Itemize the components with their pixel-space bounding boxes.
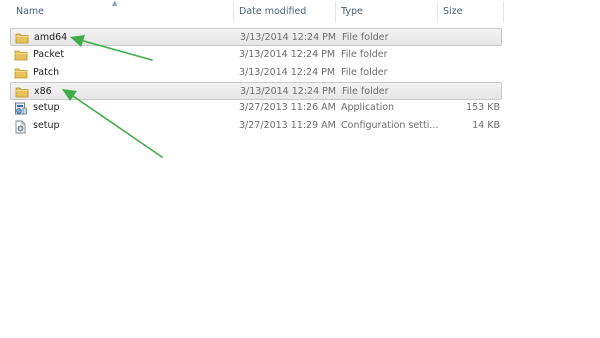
file-name: setup (33, 120, 60, 131)
file-explorer-window: ▲ Name Date modified Type Size amd64 3/1… (0, 0, 600, 338)
folder-icon (14, 67, 28, 79)
file-size (441, 29, 501, 47)
file-type: Application (341, 102, 395, 113)
file-row-patch[interactable]: Patch 3/13/2014 12:24 PM File folder (10, 64, 502, 82)
file-date: 3/27/2013 11:26 AM (239, 102, 336, 113)
column-header-date-modified[interactable]: Date modified (233, 0, 335, 22)
file-size: 153 KB (466, 102, 500, 113)
file-row-x86[interactable]: x86 3/13/2014 12:24 PM File folder (10, 82, 502, 100)
file-date: 3/27/2013 11:29 AM (239, 120, 336, 131)
file-row-setup-config[interactable]: setup 3/27/2013 11:29 AM Configuration s… (10, 117, 502, 135)
config-file-icon (14, 120, 28, 134)
file-type: File folder (341, 49, 388, 60)
folder-icon (14, 49, 28, 61)
file-date: 3/13/2014 12:24 PM (239, 67, 336, 78)
file-date: 3/13/2014 12:24 PM (239, 49, 336, 60)
column-header-bar: ▲ Name Date modified Type Size (0, 0, 600, 22)
column-header-type[interactable]: Type (335, 0, 437, 22)
file-row-setup-application[interactable]: setup 3/27/2013 11:26 AM Application 153… (10, 99, 502, 117)
file-row-packet[interactable]: Packet 3/13/2014 12:24 PM File folder (10, 46, 502, 64)
file-type: File folder (341, 67, 388, 78)
file-size (440, 46, 500, 64)
column-header-size[interactable]: Size (437, 0, 503, 22)
file-name: Patch (33, 67, 60, 78)
column-divider[interactable] (503, 2, 504, 22)
file-row-amd64[interactable]: amd64 3/13/2014 12:24 PM File folder (10, 28, 502, 46)
column-header-name[interactable]: Name (10, 0, 232, 22)
file-size (440, 64, 500, 82)
file-type: File folder (342, 32, 389, 43)
file-name: amd64 (34, 32, 68, 43)
file-name: Packet (33, 49, 65, 60)
file-size: 14 KB (472, 120, 500, 131)
folder-icon (15, 32, 29, 44)
file-date: 3/13/2014 12:24 PM (240, 32, 337, 43)
file-name: setup (33, 102, 60, 113)
application-icon (14, 102, 28, 115)
file-type: Configuration setti... (341, 120, 439, 131)
folder-icon (15, 86, 29, 98)
